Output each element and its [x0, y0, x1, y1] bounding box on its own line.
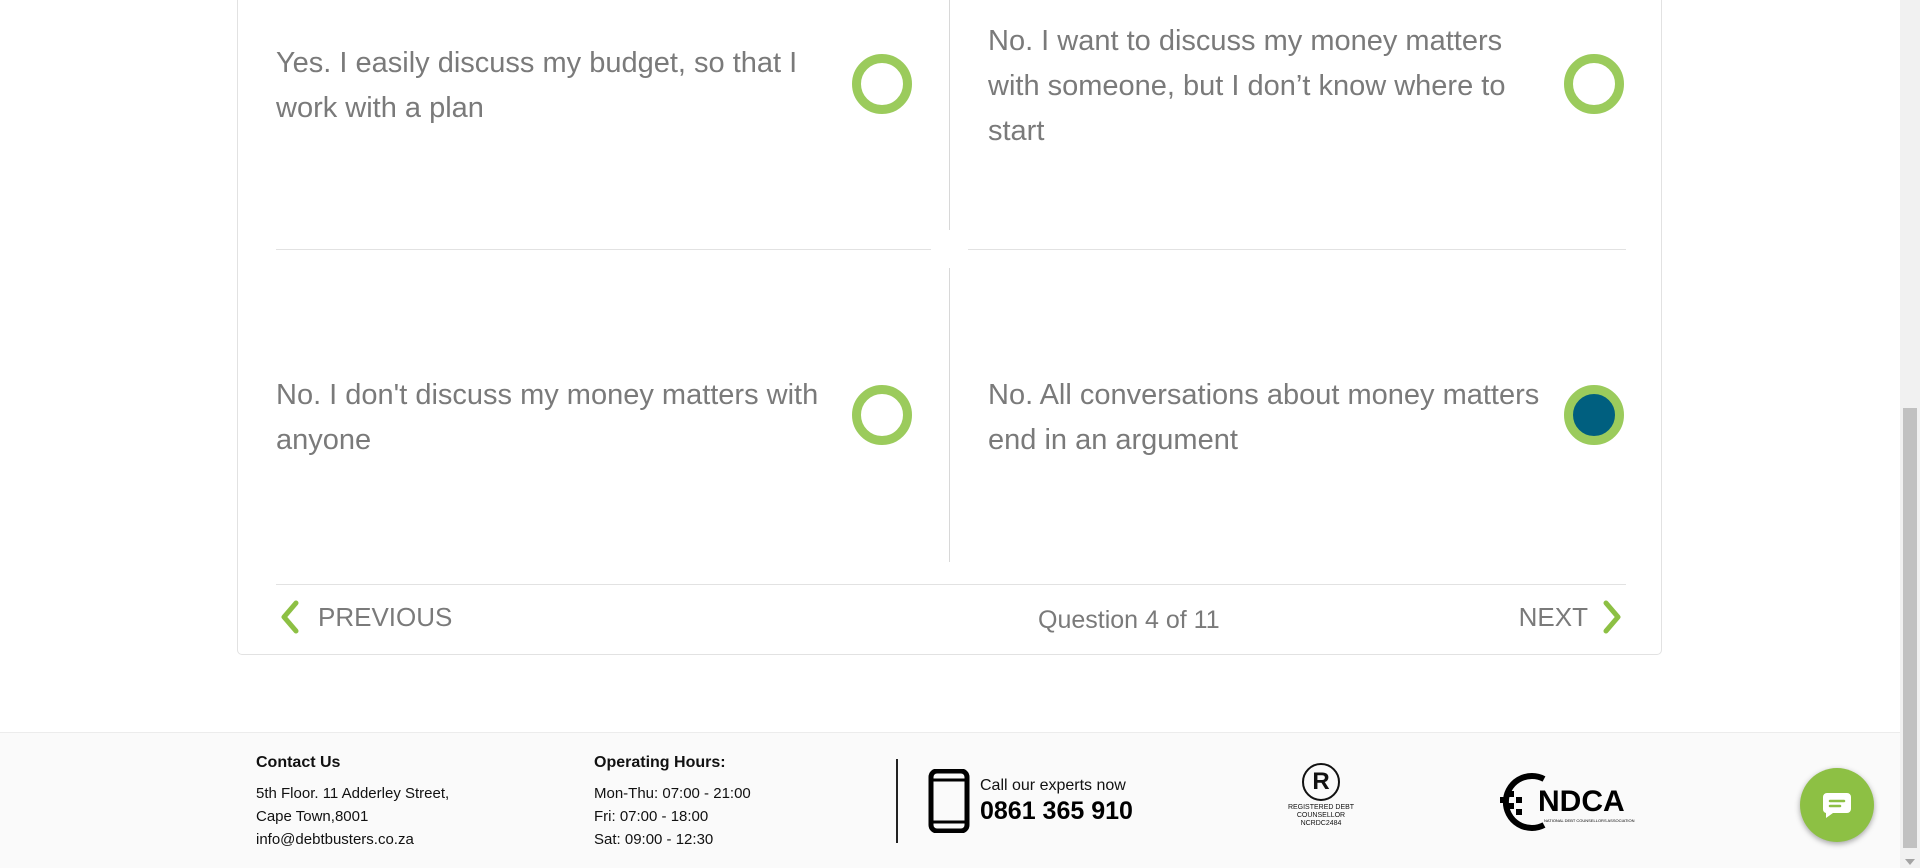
answer-option-1-text[interactable]: Yes. I easily discuss my budget, so that…	[276, 41, 836, 131]
mobile-phone-icon	[928, 769, 970, 833]
answer-option-4-text[interactable]: No. All conversations about money matter…	[988, 373, 1548, 463]
svg-text:NATIONAL DEBT COUNSELLORS ASSO: NATIONAL DEBT COUNSELLORS ASSOCIATION	[1544, 818, 1635, 823]
next-button[interactable]: NEXT	[1519, 600, 1626, 634]
answer-option-2[interactable]: No. I want to discuss my money matters w…	[950, 0, 1650, 300]
question-progress: Question 4 of 11	[1038, 606, 1220, 634]
grid-divider-horizontal-left	[276, 249, 931, 250]
registered-badge-line3: NCRDC2484	[1300, 820, 1342, 827]
next-label: NEXT	[1518, 601, 1588, 632]
footer: Contact Us 5th Floor. 11 Adderley Street…	[0, 732, 1900, 868]
answer-option-2-radio[interactable]	[1564, 54, 1624, 114]
call-us-block[interactable]: Call our experts now 0861 365 910	[928, 769, 1178, 833]
answer-option-2-text[interactable]: No. I want to discuss my money matters w…	[988, 19, 1548, 154]
contact-address-line2: Cape Town,8001	[256, 808, 369, 825]
grid-divider-vertical-top	[949, 0, 950, 230]
chat-button[interactable]	[1800, 768, 1874, 842]
answer-option-4[interactable]: No. All conversations about money matter…	[950, 268, 1650, 568]
contact-email-link[interactable]: info@debtbusters.co.za	[256, 828, 449, 851]
registered-badge-text: Registered Debt Counsellor NCRDC2484	[1285, 804, 1357, 828]
chat-bubble-icon	[1822, 793, 1851, 818]
hours-mon-thu: Mon-Thu: 07:00 - 21:00	[594, 785, 751, 802]
answer-option-1-radio[interactable]	[852, 54, 912, 114]
registered-badge-line1: Registered Debt	[1287, 804, 1355, 811]
hours-title: Operating Hours:	[594, 754, 726, 771]
quiz-navigation: PREVIOUS Question 4 of 11 NEXT	[276, 584, 1626, 644]
registered-debt-counsellor-badge: R Registered Debt Counsellor NCRDC2484	[1285, 763, 1357, 843]
grid-divider-horizontal-right	[968, 249, 1626, 250]
vertical-scrollbar[interactable]	[1900, 0, 1920, 868]
hours-fri: Fri: 07:00 - 18:00	[594, 808, 709, 825]
answer-option-3-text[interactable]: No. I don't discuss my money matters wit…	[276, 373, 836, 463]
footer-divider	[896, 759, 898, 843]
answer-option-1[interactable]: Yes. I easily discuss my budget, so that…	[238, 0, 938, 300]
call-label: Call our experts now	[980, 777, 1126, 794]
registered-symbol: R	[1302, 763, 1340, 801]
scrollbar-thumb[interactable]	[1903, 408, 1917, 848]
footer-operating-hours: Operating Hours: Mon-Thu: 07:00 - 21:00 …	[594, 751, 751, 851]
previous-button[interactable]: PREVIOUS	[276, 600, 452, 634]
call-phone-number[interactable]: 0861 365 910	[980, 797, 1133, 826]
contact-title: Contact Us	[256, 754, 341, 771]
registered-badge-line2: Counsellor	[1296, 812, 1346, 819]
grid-divider-vertical-bottom	[949, 268, 950, 562]
svg-text:NDCA: NDCA	[1538, 785, 1625, 818]
scroll-down-arrow-icon[interactable]	[1905, 859, 1915, 865]
previous-label: PREVIOUS	[318, 601, 453, 632]
quiz-card: Yes. I easily discuss my budget, so that…	[237, 0, 1662, 655]
answer-option-3[interactable]: No. I don't discuss my money matters wit…	[238, 268, 938, 568]
chevron-left-icon	[281, 600, 299, 634]
chevron-right-icon	[1603, 600, 1621, 634]
answer-option-4-radio[interactable]	[1564, 385, 1624, 445]
page: Yes. I easily discuss my budget, so that…	[0, 0, 1920, 868]
answer-option-3-radio[interactable]	[852, 385, 912, 445]
hours-sat: Sat: 09:00 - 12:30	[594, 831, 714, 848]
footer-contact: Contact Us 5th Floor. 11 Adderley Street…	[256, 751, 449, 851]
contact-address-line1: 5th Floor. 11 Adderley Street,	[256, 785, 450, 802]
ndca-logo: NDCA NATIONAL DEBT COUNSELLORS ASSOCIATI…	[1500, 773, 1635, 831]
